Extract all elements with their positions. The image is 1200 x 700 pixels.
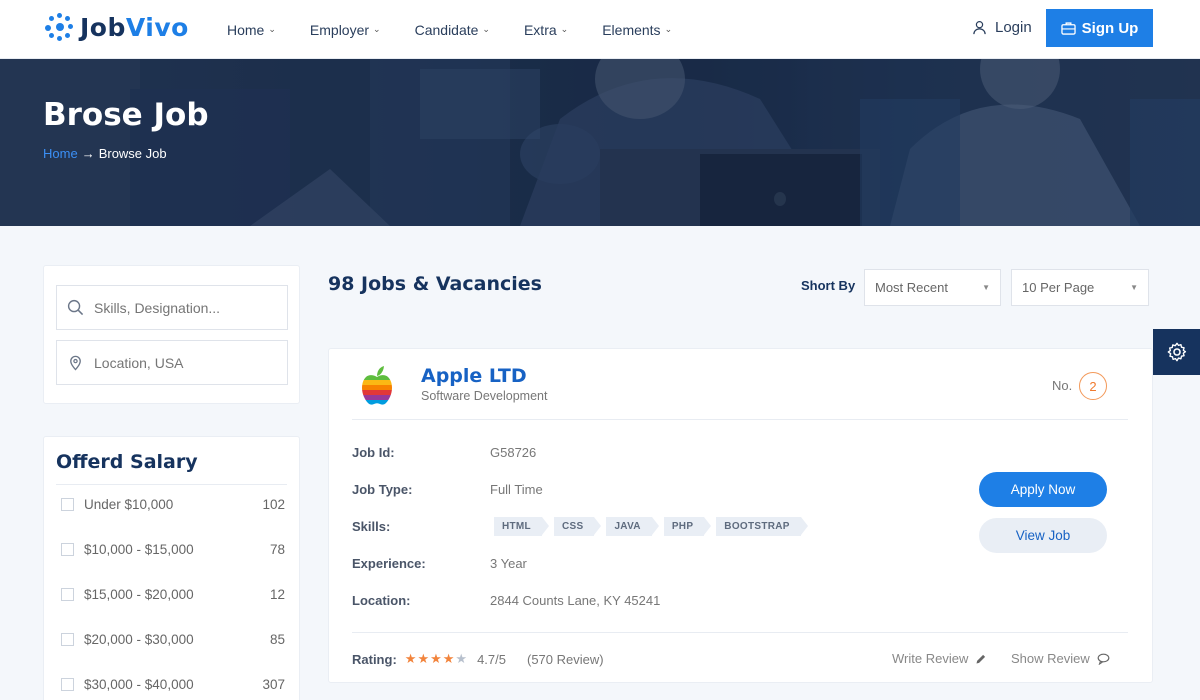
logo-text: JobVivo [80,12,189,42]
banner-photo [0,59,1200,226]
nav-extra[interactable]: Extra ⌄ [524,22,568,38]
divider [352,419,1128,420]
star-filled-icon: ★ [430,651,442,666]
pencil-icon [976,654,986,663]
breadcrumb-home-link[interactable]: Home [43,146,78,161]
chevron-down-icon: ⌄ [560,24,569,34]
job-id-label: Job Id: [352,445,395,460]
divider [56,484,287,485]
experience-value: 3 Year [490,556,527,571]
sort-label: Short By [801,278,856,293]
location-label: Location: [352,593,411,608]
page-title: Brose Job [43,97,209,133]
apple-logo-icon [362,366,392,405]
star-empty-icon: ★ [455,651,468,666]
rating-value: 4.7/5 [477,651,506,667]
chevron-down-icon: ▼ [982,283,990,292]
gear-icon [1167,342,1186,362]
checkbox[interactable] [61,587,74,601]
salary-filter-title: Offerd Salary [56,451,198,473]
company-name[interactable]: Apple LTD [421,365,527,387]
chevron-down-icon: ▼ [1130,283,1138,292]
location-search-field[interactable] [56,340,288,385]
skills-list: HTML CSS JAVA PHP BOOTSTRAP [494,517,809,536]
nav-candidate[interactable]: Candidate ⌄ [415,22,490,38]
divider [352,632,1128,633]
top-navbar: JobVivo Home ⌄ Employer ⌄ Candidate ⌄ Extra… [0,0,1200,59]
view-job-button[interactable]: View Job [979,518,1107,553]
show-review-link[interactable]: Show Review [1011,651,1110,666]
user-icon [973,20,986,35]
chevron-down-icon: ⌄ [268,24,276,34]
map-pin-icon [70,355,81,371]
main-nav: Home ⌄ Employer ⌄ Candidate ⌄ Extra ⌄ Elemen… [227,0,706,59]
logo-dots-icon [44,12,74,42]
skill-tag[interactable]: JAVA [606,517,660,536]
settings-toggle[interactable] [1153,329,1200,375]
jobs-count-heading: 98 Jobs & Vacancies [328,273,542,295]
breadcrumb-current: Browse Job [98,146,167,161]
salary-option[interactable]: $15,000 - $20,000 12 [61,584,285,604]
apply-now-button[interactable]: Apply Now [979,472,1107,507]
rank-badge: 2 [1079,372,1107,400]
location-search-input[interactable] [94,354,274,371]
signup-button[interactable]: Sign Up [1046,9,1153,47]
salary-option[interactable]: $10,000 - $15,000 78 [61,539,285,559]
checkbox[interactable] [61,632,74,646]
checkbox[interactable] [61,497,74,511]
nav-home[interactable]: Home ⌄ [227,22,276,38]
salary-option[interactable]: $30,000 - $40,000 307 [61,674,285,694]
search-filter-card [43,265,300,404]
rating-row: Rating: ★ ★ ★ ★ ★ 4.7/5 (570 Review) [352,651,604,667]
salary-option[interactable]: Under $10,000 102 [61,494,285,514]
per-page-select[interactable]: 10 Per Page ▼ [1011,269,1149,306]
rating-stars: ★ ★ ★ ★ ★ [405,651,467,667]
job-id-value: G58726 [490,445,537,460]
page-banner: Brose Job Home → Browse Job [0,59,1200,226]
skill-tag[interactable]: HTML [494,517,549,536]
job-type-label: Job Type: [352,482,413,497]
checkbox[interactable] [61,677,74,691]
skill-tag[interactable]: CSS [553,517,602,536]
sort-select[interactable]: Most Recent ▼ [864,269,1001,306]
skills-label: Skills: [352,519,391,534]
job-type-value: Full Time [490,482,543,497]
job-card: Apple LTD Software Development No. 2 Job… [328,348,1153,683]
checkbox[interactable] [61,542,74,556]
search-icon [67,299,84,316]
location-value: 2844 Counts Lane, KY 45241 [490,593,661,608]
nav-elements[interactable]: Elements ⌄ [602,22,672,38]
breadcrumb: Home → Browse Job [43,146,167,161]
chevron-down-icon: ⌄ [482,24,490,34]
skills-search-field[interactable] [56,285,288,330]
star-filled-icon: ★ [404,651,417,666]
briefcase-icon [1060,22,1076,35]
option-count: 102 [262,496,285,512]
salary-option[interactable]: $20,000 - $30,000 85 [61,629,285,649]
write-review-link[interactable]: Write Review [892,651,987,666]
review-count: (570 Review) [526,651,604,667]
skill-tag[interactable]: PHP [663,517,712,536]
option-count: 78 [269,541,285,557]
job-category: Software Development [421,389,548,403]
rating-label: Rating: [352,651,397,667]
experience-label: Experience: [352,556,426,571]
salary-filter-card: Offerd Salary Under $10,000 102 $10,000 … [43,436,300,700]
option-count: 307 [262,676,285,692]
option-count: 12 [269,586,285,602]
logo[interactable]: JobVivo [44,12,189,42]
arrow-right-icon: → [81,146,95,161]
comment-icon [1097,653,1110,665]
star-filled-icon: ★ [442,651,455,666]
chevron-down-icon: ⌄ [373,24,381,34]
skills-search-input[interactable] [94,299,274,316]
login-link[interactable]: Login [972,19,1032,36]
option-count: 85 [269,631,285,647]
rank-label: No. [1052,378,1073,393]
chevron-down-icon: ⌄ [664,24,673,34]
nav-employer[interactable]: Employer ⌄ [310,22,381,38]
star-filled-icon: ★ [417,651,430,666]
skill-tag[interactable]: BOOTSTRAP [716,517,809,536]
